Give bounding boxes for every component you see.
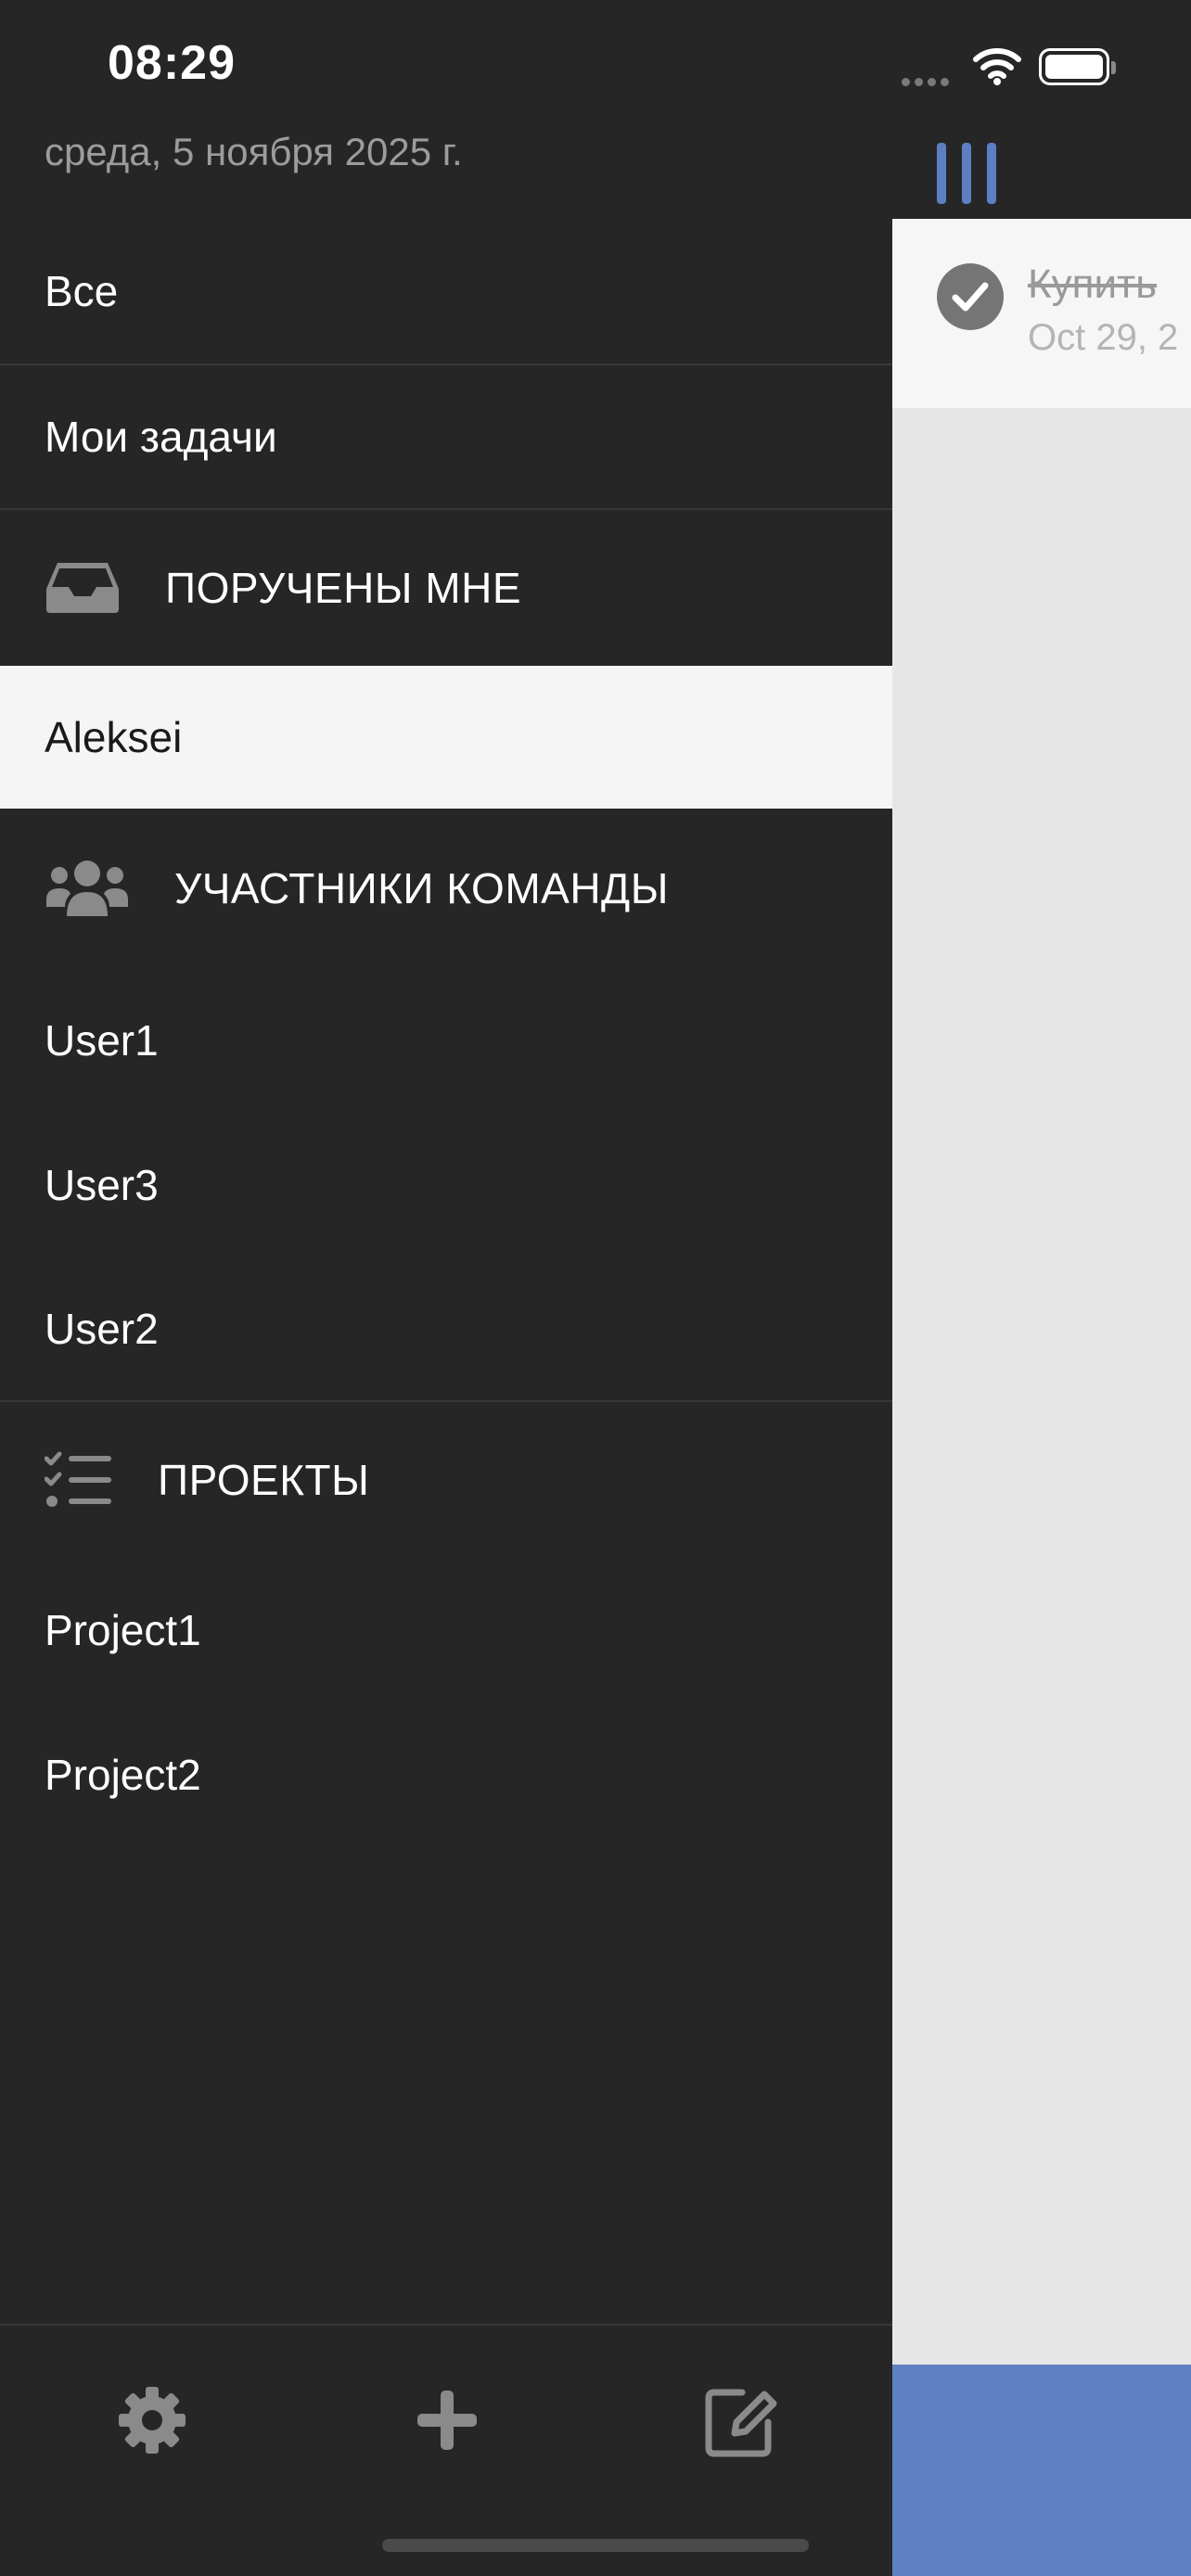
plus-icon[interactable] [408,2381,486,2459]
drawer-item-all[interactable]: Все [0,219,892,365]
section-title: УЧАСТНИКИ КОМАНДЫ [174,864,669,912]
cellular-signal-icon [902,74,954,91]
task-title: Купить [1028,261,1158,307]
side-drawer: среда, 5 ноября 2025 г. Все Мои задачи П… [0,0,892,2576]
drawer-item-user2[interactable]: User2 [0,1257,892,1402]
section-title: ПОРУЧЕНЫ МНЕ [165,564,522,612]
drawer-item-label: Все [45,267,119,315]
drawer-item-my-tasks[interactable]: Мои задачи [0,365,892,510]
status-time: 08:29 [108,36,236,90]
drawer-item-label: User1 [45,1016,159,1065]
drawer-item-label: User2 [45,1305,159,1353]
section-header-assigned: ПОРУЧЕНЫ МНЕ [0,510,892,666]
battery-icon [1039,48,1116,85]
drawer-item-label: Мои задачи [45,413,277,461]
task-date: Oct 29, 2 [1028,317,1179,358]
task-row[interactable] [892,219,1191,408]
wifi-icon [973,48,1021,85]
section-header-projects: ПРОЕКТЫ [0,1402,892,1558]
drawer-item-label: Project1 [45,1606,201,1654]
section-header-team: УЧАСТНИКИ КОМАНДЫ [0,809,892,968]
menu-toggle-button[interactable] [937,143,996,204]
drawer-item-user1[interactable]: User1 [0,968,892,1113]
drawer-item-aleksei[interactable]: Aleksei [0,666,892,809]
drawer-item-project2[interactable]: Project2 [0,1702,892,1847]
home-indicator [382,2539,809,2552]
drawer-item-label: Aleksei [45,713,183,761]
menu-bar [937,143,946,204]
drawer-item-project1[interactable]: Project1 [0,1558,892,1702]
checklist-icon [45,1451,111,1507]
add-task-bar[interactable] [892,2365,1191,2576]
users-icon [46,861,128,916]
menu-bar [987,143,996,204]
section-title: ПРОЕКТЫ [158,1456,370,1504]
drawer-date: среда, 5 ноября 2025 г. [45,130,463,173]
menu-bar [962,143,971,204]
edit-icon[interactable] [701,2381,779,2459]
drawer-item-label: User3 [45,1161,159,1209]
drawer-item-label: Project2 [45,1751,201,1799]
inbox-icon [46,563,119,613]
gear-icon[interactable] [113,2381,191,2459]
completed-check-icon[interactable] [937,263,1004,330]
status-bar: 08:29 [0,0,1191,121]
drawer-item-user3[interactable]: User3 [0,1113,892,1257]
